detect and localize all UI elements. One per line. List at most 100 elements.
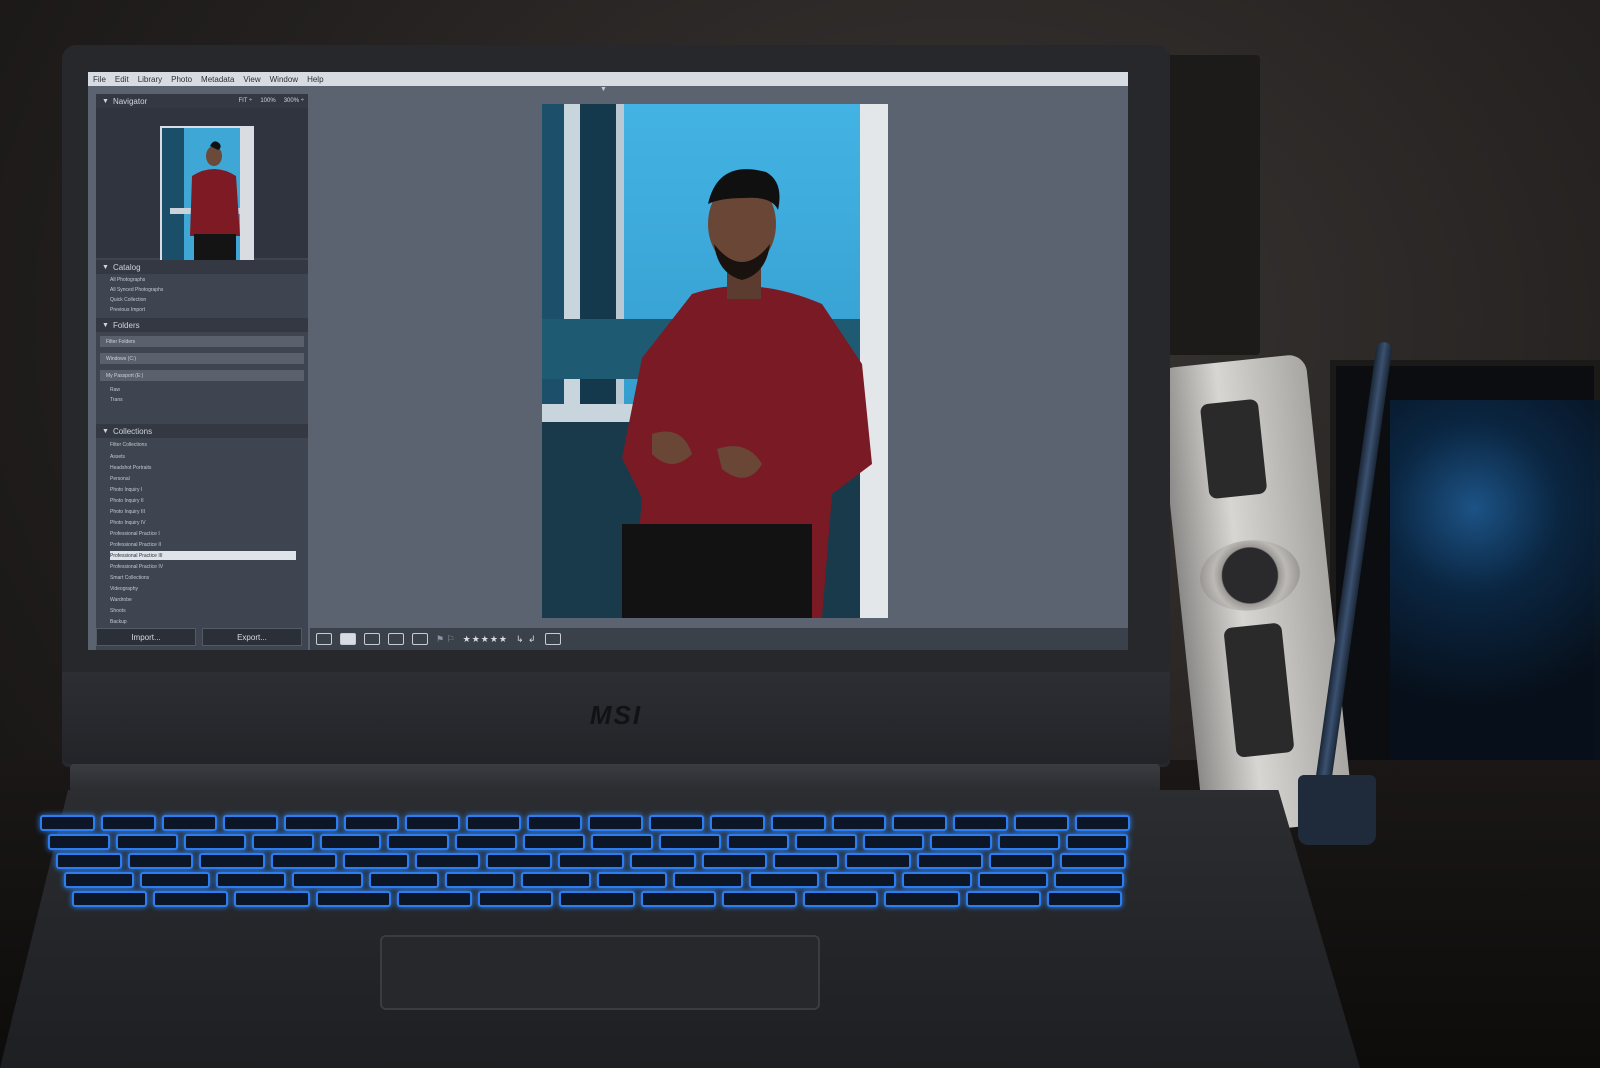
folder-item[interactable]: Trans: [110, 395, 296, 404]
keyboard-key: [1066, 834, 1128, 850]
keyboard-key: [387, 834, 450, 850]
folder-item[interactable]: Raw: [110, 385, 296, 394]
keyboard-key: [444, 872, 515, 888]
collection-item[interactable]: Professional Practice II: [110, 540, 296, 549]
keyboard-key: [770, 815, 826, 831]
keyboard-key: [673, 872, 744, 888]
grid-view-icon[interactable]: [316, 633, 332, 645]
keyboard-key: [588, 815, 643, 831]
background-monitor-screen: [1390, 400, 1600, 760]
keyboard-row: [72, 891, 1123, 907]
catalog-title: Catalog: [112, 262, 141, 272]
keyboard-key: [965, 891, 1041, 907]
keyboard-key: [100, 815, 156, 831]
keyboard-key: [977, 872, 1048, 888]
catalog-item[interactable]: Previous Import: [110, 305, 296, 314]
folders-header[interactable]: ▼ Folders: [96, 318, 308, 332]
keyboard-key: [234, 891, 310, 907]
keyboard-key: [845, 853, 911, 869]
zoom-fit[interactable]: FIT ÷: [238, 98, 252, 104]
collection-item[interactable]: Videography: [110, 584, 296, 593]
keyboard-key: [315, 891, 391, 907]
survey-view-icon[interactable]: [388, 633, 404, 645]
keyboard-key: [520, 872, 591, 888]
keyboard-key: [222, 815, 278, 831]
keyboard-key: [721, 891, 798, 907]
collection-item[interactable]: Headshot Portraits: [110, 463, 296, 472]
menu-help[interactable]: Help: [307, 75, 323, 84]
keyboard-key: [749, 872, 820, 888]
collection-item[interactable]: Photo Inquiry I: [110, 485, 296, 494]
catalog-header[interactable]: ▼ Catalog: [96, 260, 308, 274]
keyboard-key: [1014, 815, 1070, 831]
filter-collections[interactable]: Filter Collections: [110, 440, 296, 449]
crop-overlay-icon[interactable]: [544, 633, 561, 645]
loupe-view-icon[interactable]: [340, 633, 356, 645]
keyboard-key: [271, 853, 337, 869]
collection-item[interactable]: Smart Collections: [110, 573, 296, 582]
menu-metadata[interactable]: Metadata: [201, 75, 234, 84]
keyboard-row: [64, 872, 1124, 888]
rotate-icons[interactable]: ↳ ↲: [516, 634, 537, 645]
zoom-300[interactable]: 300% ÷: [284, 98, 304, 104]
collections-header[interactable]: ▼ Collections: [96, 424, 308, 438]
keyboard-key: [658, 834, 721, 850]
keyboard-key: [48, 834, 110, 850]
collection-item[interactable]: Wardrobe: [110, 595, 296, 604]
menu-library[interactable]: Library: [138, 75, 162, 84]
collapse-triangle-icon: ▼: [102, 263, 109, 271]
zoom-100[interactable]: 100%: [260, 98, 275, 104]
filter-folders[interactable]: Filter Folders: [100, 336, 304, 347]
collection-item[interactable]: Shoots: [110, 606, 296, 615]
keyboard-key: [901, 872, 972, 888]
keyboard-key: [292, 872, 363, 888]
navigator-header[interactable]: ▼ Navigator FIT ÷ 100% 300% ÷: [96, 94, 308, 108]
catalog-item[interactable]: All Synced Photographs: [110, 285, 296, 294]
navigator-zoom-options: FIT ÷ 100% 300% ÷: [238, 98, 304, 104]
laptop-hinge: [70, 764, 1160, 792]
flag-icons[interactable]: ⚑ ⚐: [436, 634, 455, 645]
catalog-item[interactable]: Quick Collection: [110, 295, 296, 304]
keyboard-key: [862, 834, 925, 850]
export-button[interactable]: Export...: [202, 628, 302, 646]
keyboard-key: [596, 872, 668, 888]
collection-item[interactable]: Photo Inquiry III: [110, 507, 296, 516]
collection-item[interactable]: Photo Inquiry II: [110, 496, 296, 505]
people-view-icon[interactable]: [412, 633, 428, 645]
star-rating[interactable]: ★★★★★: [463, 634, 508, 645]
keyboard-key: [988, 853, 1055, 869]
collection-item[interactable]: Backup: [110, 617, 296, 626]
menu-window[interactable]: Window: [270, 75, 298, 84]
folders-title: Folders: [112, 320, 140, 330]
collection-item[interactable]: Assets: [110, 452, 296, 461]
menu-photo[interactable]: Photo: [171, 75, 192, 84]
collection-item[interactable]: Professional Practice III: [110, 551, 296, 560]
keyboard-key: [216, 872, 287, 888]
keyboard-key: [396, 891, 473, 907]
volume-windows[interactable]: Windows (C:): [100, 353, 304, 364]
catalog-item[interactable]: All Photographs: [110, 275, 296, 284]
collection-item[interactable]: Professional Practice IV: [110, 562, 296, 571]
volume-passport[interactable]: My Passport (E:): [100, 370, 304, 381]
keyboard-key: [1053, 872, 1124, 888]
keyboard-key: [414, 853, 481, 869]
collection-item[interactable]: Photo Inquiry IV: [110, 518, 296, 527]
loupe-view[interactable]: [310, 94, 1120, 628]
compare-view-icon[interactable]: [364, 633, 380, 645]
keyboard-key: [794, 834, 857, 850]
collapse-triangle-icon: ▼: [102, 321, 109, 329]
keyboard-key: [153, 891, 229, 907]
menu-view[interactable]: View: [243, 75, 260, 84]
keyboard-key: [344, 815, 400, 831]
portrait-photo[interactable]: [542, 104, 888, 618]
collection-item[interactable]: Personal: [110, 474, 296, 483]
menu-file[interactable]: File: [93, 75, 106, 84]
remote-dial: [1196, 535, 1304, 616]
menu-edit[interactable]: Edit: [115, 75, 129, 84]
keyboard-key: [1075, 815, 1131, 831]
collection-item[interactable]: Professional Practice I: [110, 529, 296, 538]
navigator-preview[interactable]: [96, 108, 308, 262]
panel-toggle-top-icon[interactable]: ▼: [600, 86, 607, 93]
keyboard-key: [629, 853, 696, 869]
import-button[interactable]: Import...: [96, 628, 196, 646]
